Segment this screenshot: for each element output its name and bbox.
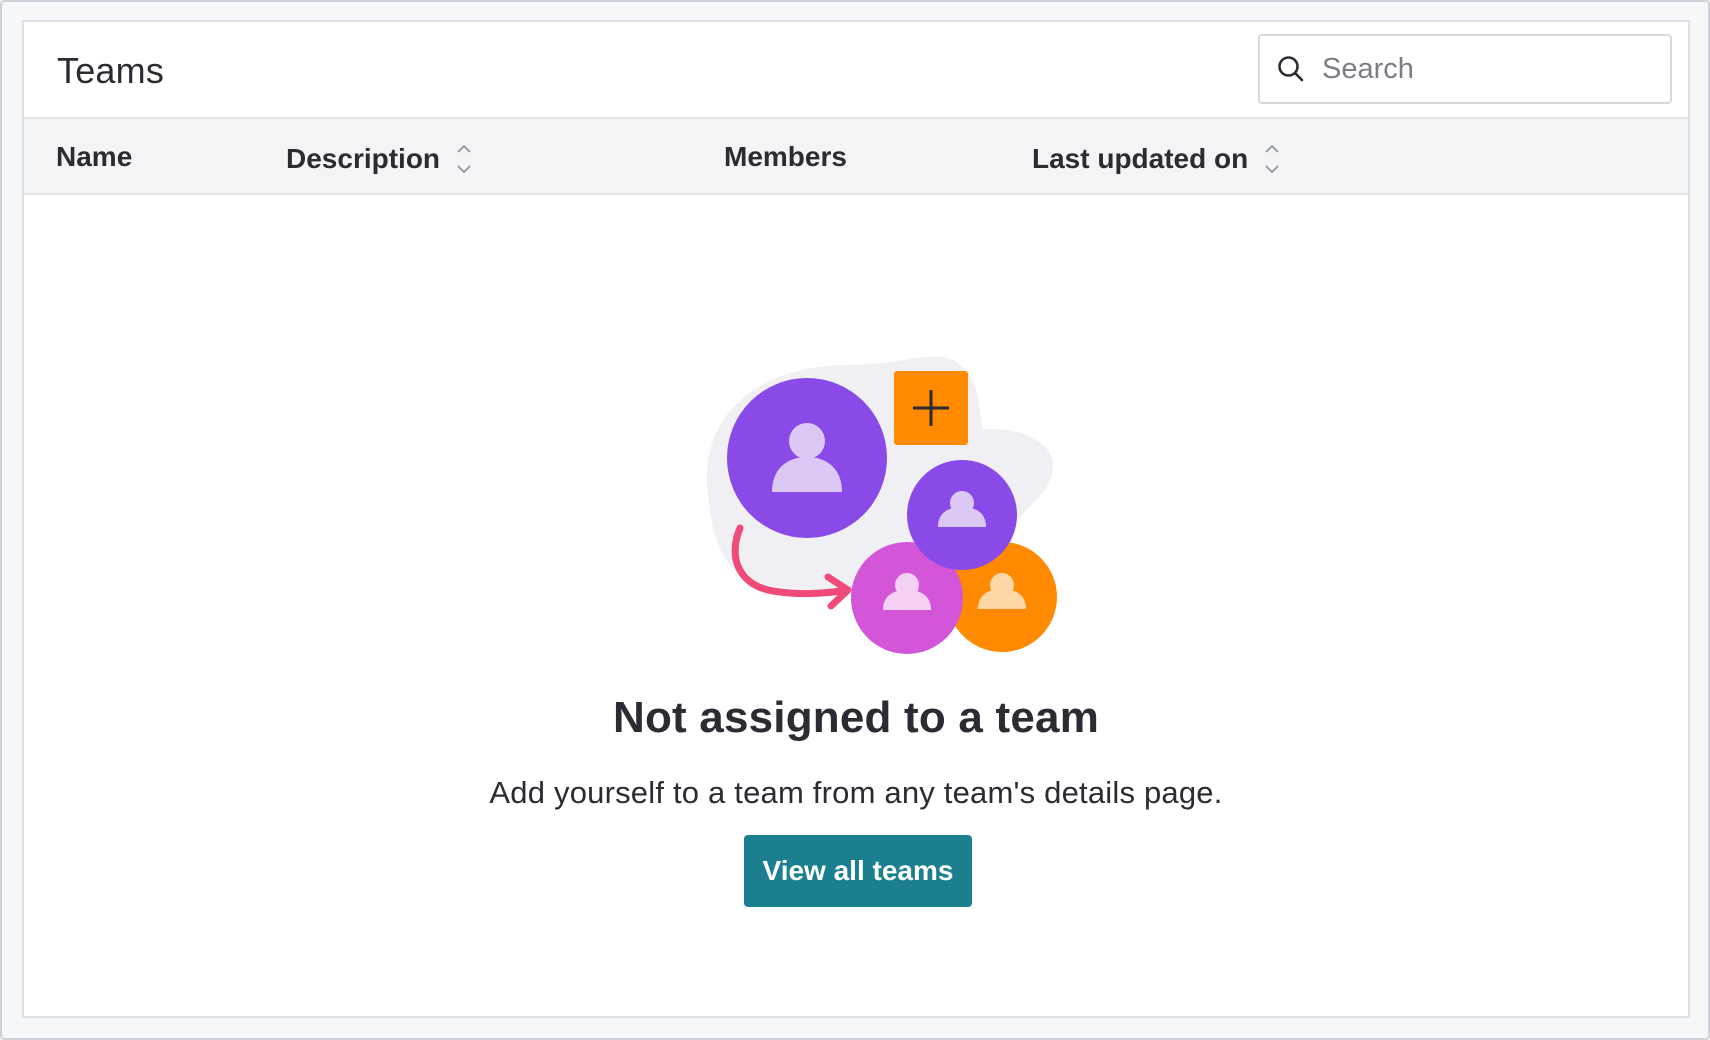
column-header-members: Members (724, 141, 847, 173)
column-header-name: Name (56, 141, 132, 173)
column-header-label: Description (286, 143, 441, 174)
panel-header: Teams (24, 22, 1688, 119)
app-frame: Teams Name Description M (0, 0, 1710, 1040)
user-avatar-icon (907, 460, 1017, 570)
sort-icon[interactable] (456, 141, 472, 177)
empty-teams-illustration (706, 356, 1057, 654)
view-all-teams-button[interactable]: View all teams (744, 835, 972, 907)
search-icon (1278, 56, 1304, 82)
column-header-label: Members (724, 141, 847, 172)
page-title: Teams (57, 50, 165, 91)
column-header-label: Name (56, 141, 133, 172)
user-avatar-icon (727, 378, 887, 538)
empty-state-title: Not assigned to a team (612, 693, 1100, 742)
table-header: Name Description Members Last updated on (24, 119, 1688, 195)
search-input[interactable] (1322, 44, 1642, 94)
column-header-description[interactable]: Description (286, 141, 472, 177)
empty-state: Not assigned to a team Add yourself to a… (24, 195, 1688, 1018)
column-header-label: Last updated on (1032, 143, 1249, 174)
search-box[interactable] (1258, 34, 1672, 104)
empty-state-message: Add yourself to a team from any team's d… (489, 775, 1223, 810)
sort-icon[interactable] (1264, 141, 1280, 177)
teams-panel: Teams Name Description M (22, 20, 1690, 1018)
plus-icon (894, 371, 968, 445)
column-header-last-updated[interactable]: Last updated on (1032, 141, 1280, 177)
